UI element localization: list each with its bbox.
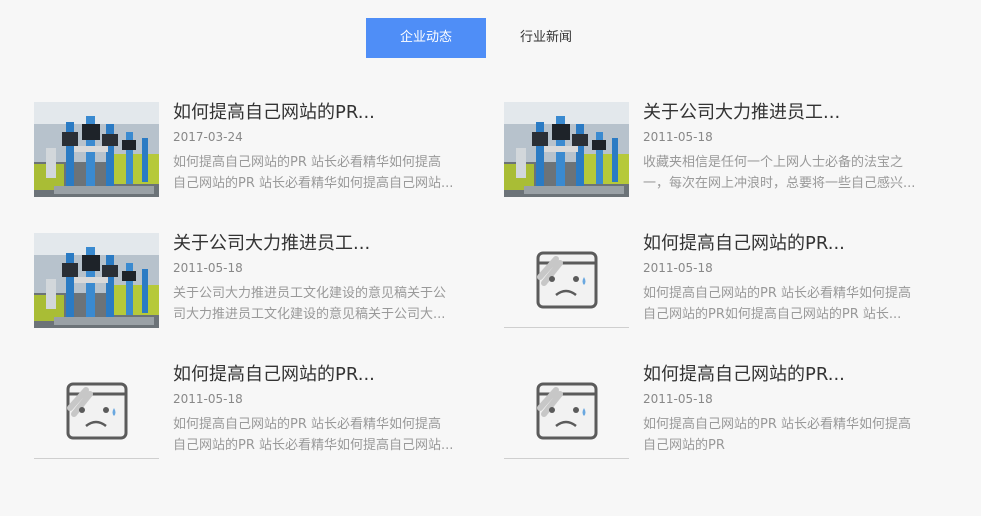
- news-summary: 如何提高自己网站的PR 站长必看精华如何提高 自己网站的PR如何提高自己网站的PR…: [643, 283, 943, 325]
- news-thumbnail[interactable]: [504, 233, 629, 328]
- news-summary-line: 自己网站的PR 站长必看精华如何提高自己网站...: [173, 438, 454, 453]
- news-date: 2011-05-18: [173, 261, 243, 275]
- broken-image-icon: [504, 233, 629, 327]
- news-summary-line: 司大力推进员工文化建设的意见稿关于公司大...: [173, 307, 446, 322]
- factory-photo: [34, 233, 159, 328]
- news-thumbnail[interactable]: [34, 364, 159, 459]
- news-summary: 关于公司大力推进员工文化建设的意见稿关于公 司大力推进员工文化建设的意见稿关于公司…: [173, 283, 473, 325]
- factory-photo: [34, 102, 159, 197]
- news-title[interactable]: 关于公司大力推进员工...: [173, 233, 473, 255]
- news-date: 2011-05-18: [643, 130, 713, 144]
- news-summary-line: 如何提高自己网站的PR 站长必看精华如何提高: [643, 417, 912, 432]
- news-summary-line: 如何提高自己网站的PR 站长必看精华如何提高: [173, 155, 442, 170]
- news-text: 关于公司大力推进员工... 2011-05-18 收藏夹相信是任何一个上网人士必备的…: [643, 102, 943, 194]
- news-item[interactable]: 如何提高自己网站的PR... 2017-03-24 如何提高自己网站的PR 站长必看…: [34, 102, 474, 198]
- news-item[interactable]: 如何提高自己网站的PR... 2011-05-18 如何提高自己网站的PR 站长必看…: [504, 364, 944, 460]
- news-item[interactable]: 关于公司大力推进员工... 2011-05-18 关于公司大力推进员工文化建设的意见…: [34, 233, 474, 329]
- news-summary-line: 收藏夹相信是任何一个上网人士必备的法宝之: [643, 155, 904, 170]
- news-date: 2017-03-24: [173, 130, 243, 144]
- news-text: 关于公司大力推进员工... 2011-05-18 关于公司大力推进员工文化建设的意见…: [173, 233, 473, 325]
- news-thumbnail[interactable]: [504, 364, 629, 459]
- news-thumbnail[interactable]: [34, 102, 159, 197]
- tab-company-news[interactable]: 企业动态: [366, 18, 486, 58]
- news-tabs: 企业动态 行业新闻: [366, 18, 606, 58]
- broken-image-icon: [504, 364, 629, 458]
- news-thumbnail[interactable]: [34, 233, 159, 328]
- news-item[interactable]: 关于公司大力推进员工... 2011-05-18 收藏夹相信是任何一个上网人士必备的…: [504, 102, 944, 198]
- factory-photo: [504, 102, 629, 197]
- news-date: 2011-05-18: [643, 261, 713, 275]
- news-title[interactable]: 如何提高自己网站的PR...: [643, 364, 943, 386]
- news-date: 2011-05-18: [173, 392, 243, 406]
- news-text: 如何提高自己网站的PR... 2011-05-18 如何提高自己网站的PR 站长必看…: [643, 364, 943, 456]
- news-thumbnail[interactable]: [504, 102, 629, 197]
- news-summary-line: 自己网站的PR如何提高自己网站的PR 站长...: [643, 307, 902, 322]
- news-text: 如何提高自己网站的PR... 2017-03-24 如何提高自己网站的PR 站长必看…: [173, 102, 473, 194]
- broken-image-icon: [34, 364, 159, 458]
- news-date: 2011-05-18: [643, 392, 713, 406]
- news-summary-line: 自己网站的PR 站长必看精华如何提高自己网站...: [173, 176, 454, 191]
- news-summary-line: 如何提高自己网站的PR 站长必看精华如何提高: [643, 286, 912, 301]
- news-title[interactable]: 如何提高自己网站的PR...: [173, 364, 473, 386]
- news-summary-line: 关于公司大力推进员工文化建设的意见稿关于公: [173, 286, 447, 301]
- news-summary-line: 自己网站的PR: [643, 438, 725, 453]
- news-item[interactable]: 如何提高自己网站的PR... 2011-05-18 如何提高自己网站的PR 站长必看…: [34, 364, 474, 460]
- tab-industry-news[interactable]: 行业新闻: [486, 18, 606, 58]
- news-title[interactable]: 关于公司大力推进员工...: [643, 102, 943, 124]
- news-title[interactable]: 如何提高自己网站的PR...: [643, 233, 943, 255]
- news-summary: 如何提高自己网站的PR 站长必看精华如何提高 自己网站的PR 站长必看精华如何提高…: [173, 414, 473, 456]
- news-summary: 收藏夹相信是任何一个上网人士必备的法宝之 一，每次在网上冲浪时，总要将一些自己感兴…: [643, 152, 943, 194]
- news-summary-line: 如何提高自己网站的PR 站长必看精华如何提高: [173, 417, 442, 432]
- news-summary: 如何提高自己网站的PR 站长必看精华如何提高 自己网站的PR 站长必看精华如何提高…: [173, 152, 473, 194]
- news-summary: 如何提高自己网站的PR 站长必看精华如何提高 自己网站的PR: [643, 414, 943, 456]
- news-text: 如何提高自己网站的PR... 2011-05-18 如何提高自己网站的PR 站长必看…: [643, 233, 943, 325]
- news-item[interactable]: 如何提高自己网站的PR... 2011-05-18 如何提高自己网站的PR 站长必看…: [504, 233, 944, 329]
- news-summary-line: 一，每次在网上冲浪时，总要将一些自己感兴...: [643, 176, 916, 191]
- news-title[interactable]: 如何提高自己网站的PR...: [173, 102, 473, 124]
- news-text: 如何提高自己网站的PR... 2011-05-18 如何提高自己网站的PR 站长必看…: [173, 364, 473, 456]
